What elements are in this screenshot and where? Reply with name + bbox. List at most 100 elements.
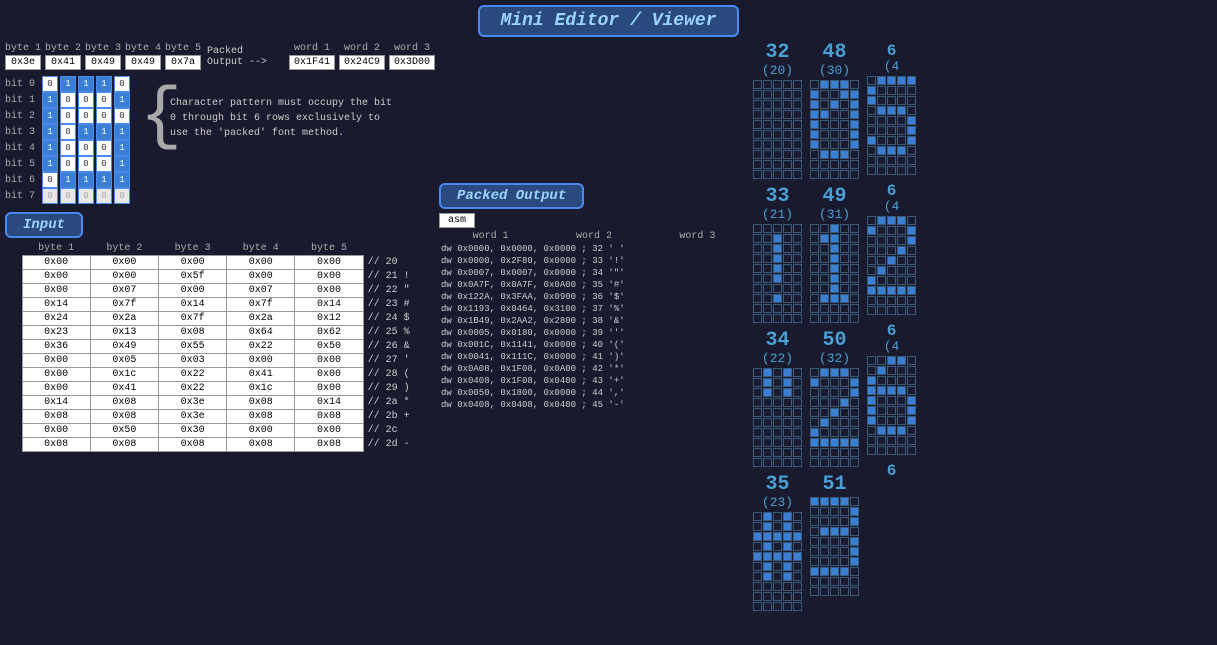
- input-cell[interactable]: 0x00: [227, 424, 295, 438]
- input-cell[interactable]: 0x14: [22, 396, 90, 410]
- bit-cell[interactable]: 0: [114, 108, 130, 124]
- bit-cell[interactable]: 1: [114, 124, 130, 140]
- bit-cell[interactable]: 1: [78, 124, 94, 140]
- byte-value-3[interactable]: 0x49: [85, 55, 121, 70]
- input-cell[interactable]: 0x00: [22, 368, 90, 382]
- input-cell[interactable]: 0x08: [22, 410, 90, 424]
- input-cell[interactable]: 0x36: [22, 340, 90, 354]
- input-cell[interactable]: 0x5f: [158, 270, 226, 284]
- bit-cell[interactable]: 1: [96, 124, 112, 140]
- input-cell[interactable]: 0x00: [295, 354, 363, 368]
- input-cell[interactable]: 0x00: [158, 284, 226, 298]
- bit-cell[interactable]: 1: [42, 140, 58, 156]
- bit-cell[interactable]: 1: [96, 76, 112, 92]
- input-cell[interactable]: 0x08: [295, 410, 363, 424]
- input-cell[interactable]: 0x12: [295, 312, 363, 326]
- bit-cell[interactable]: 1: [60, 172, 76, 188]
- byte-value-4[interactable]: 0x49: [125, 55, 161, 70]
- byte-value-5[interactable]: 0x7a: [165, 55, 201, 70]
- byte-value-2[interactable]: 0x41: [45, 55, 81, 70]
- bit-cell[interactable]: 0: [114, 188, 130, 204]
- input-cell[interactable]: 0x00: [90, 270, 158, 284]
- byte-value-1[interactable]: 0x3e: [5, 55, 41, 70]
- input-cell[interactable]: 0x08: [158, 326, 226, 340]
- input-cell[interactable]: 0x00: [295, 368, 363, 382]
- bit-cell[interactable]: 0: [78, 188, 94, 204]
- bit-cell[interactable]: 0: [60, 140, 76, 156]
- bit-cell[interactable]: 1: [42, 92, 58, 108]
- input-cell[interactable]: 0x64: [227, 326, 295, 340]
- input-cell[interactable]: 0x30: [158, 424, 226, 438]
- bit-cell[interactable]: 0: [96, 140, 112, 156]
- input-cell[interactable]: 0x08: [227, 396, 295, 410]
- input-cell[interactable]: 0x50: [90, 424, 158, 438]
- bit-cell[interactable]: 0: [42, 188, 58, 204]
- input-cell[interactable]: 0x00: [227, 354, 295, 368]
- bit-cell[interactable]: 1: [78, 172, 94, 188]
- bit-cell[interactable]: 1: [96, 172, 112, 188]
- input-cell[interactable]: 0x23: [22, 326, 90, 340]
- bit-cell[interactable]: 0: [96, 156, 112, 172]
- input-cell[interactable]: 0x14: [295, 298, 363, 312]
- input-cell[interactable]: 0x00: [22, 284, 90, 298]
- input-cell[interactable]: 0x14: [295, 396, 363, 410]
- input-cell[interactable]: 0x55: [158, 340, 226, 354]
- input-cell[interactable]: 0x22: [227, 340, 295, 354]
- input-cell[interactable]: 0x08: [227, 410, 295, 424]
- input-cell[interactable]: 0x00: [295, 382, 363, 396]
- input-cell[interactable]: 0x2a: [227, 312, 295, 326]
- bit-cell[interactable]: 1: [42, 124, 58, 140]
- input-cell[interactable]: 0x00: [22, 382, 90, 396]
- bit-cell[interactable]: 0: [42, 172, 58, 188]
- bit-cell[interactable]: 1: [114, 172, 130, 188]
- input-cell[interactable]: 0x00: [295, 284, 363, 298]
- bit-cell[interactable]: 0: [96, 108, 112, 124]
- input-cell[interactable]: 0x7f: [90, 298, 158, 312]
- input-cell[interactable]: 0x08: [90, 396, 158, 410]
- input-cell[interactable]: 0x3e: [158, 410, 226, 424]
- input-cell[interactable]: 0x08: [227, 438, 295, 452]
- bit-cell[interactable]: 1: [78, 76, 94, 92]
- input-cell[interactable]: 0x00: [295, 424, 363, 438]
- bit-cell[interactable]: 0: [60, 92, 76, 108]
- input-cell[interactable]: 0x00: [22, 270, 90, 284]
- bit-cell[interactable]: 0: [78, 92, 94, 108]
- input-cell[interactable]: 0x08: [90, 438, 158, 452]
- input-cell[interactable]: 0x14: [158, 298, 226, 312]
- input-cell[interactable]: 0x08: [22, 438, 90, 452]
- input-cell[interactable]: 0x1c: [227, 382, 295, 396]
- input-cell[interactable]: 0x3e: [158, 396, 226, 410]
- input-cell[interactable]: 0x08: [90, 410, 158, 424]
- input-cell[interactable]: 0x08: [158, 438, 226, 452]
- input-cell[interactable]: 0x00: [227, 256, 295, 270]
- input-cell[interactable]: 0x00: [90, 256, 158, 270]
- input-cell[interactable]: 0x00: [295, 270, 363, 284]
- bit-cell[interactable]: 1: [42, 108, 58, 124]
- bit-cell[interactable]: 0: [60, 124, 76, 140]
- bit-cell[interactable]: 0: [96, 188, 112, 204]
- bit-cell[interactable]: 1: [114, 140, 130, 156]
- input-cell[interactable]: 0x50: [295, 340, 363, 354]
- input-cell[interactable]: 0x62: [295, 326, 363, 340]
- bit-cell[interactable]: 0: [60, 188, 76, 204]
- bit-cell[interactable]: 1: [60, 76, 76, 92]
- input-cell[interactable]: 0x24: [22, 312, 90, 326]
- bit-cell[interactable]: 1: [114, 156, 130, 172]
- input-cell[interactable]: 0x00: [227, 270, 295, 284]
- input-cell[interactable]: 0x05: [90, 354, 158, 368]
- input-cell[interactable]: 0x00: [295, 256, 363, 270]
- input-cell[interactable]: 0x41: [227, 368, 295, 382]
- bit-cell[interactable]: 0: [78, 140, 94, 156]
- input-cell[interactable]: 0x22: [158, 382, 226, 396]
- input-cell[interactable]: 0x00: [158, 256, 226, 270]
- bit-cell[interactable]: 0: [60, 108, 76, 124]
- input-cell[interactable]: 0x1c: [90, 368, 158, 382]
- bit-cell[interactable]: 0: [42, 76, 58, 92]
- input-cell[interactable]: 0x07: [90, 284, 158, 298]
- input-cell[interactable]: 0x22: [158, 368, 226, 382]
- input-cell[interactable]: 0x07: [227, 284, 295, 298]
- bit-cell[interactable]: 0: [78, 108, 94, 124]
- input-cell[interactable]: 0x2a: [90, 312, 158, 326]
- input-cell[interactable]: 0x7f: [227, 298, 295, 312]
- input-cell[interactable]: 0x14: [22, 298, 90, 312]
